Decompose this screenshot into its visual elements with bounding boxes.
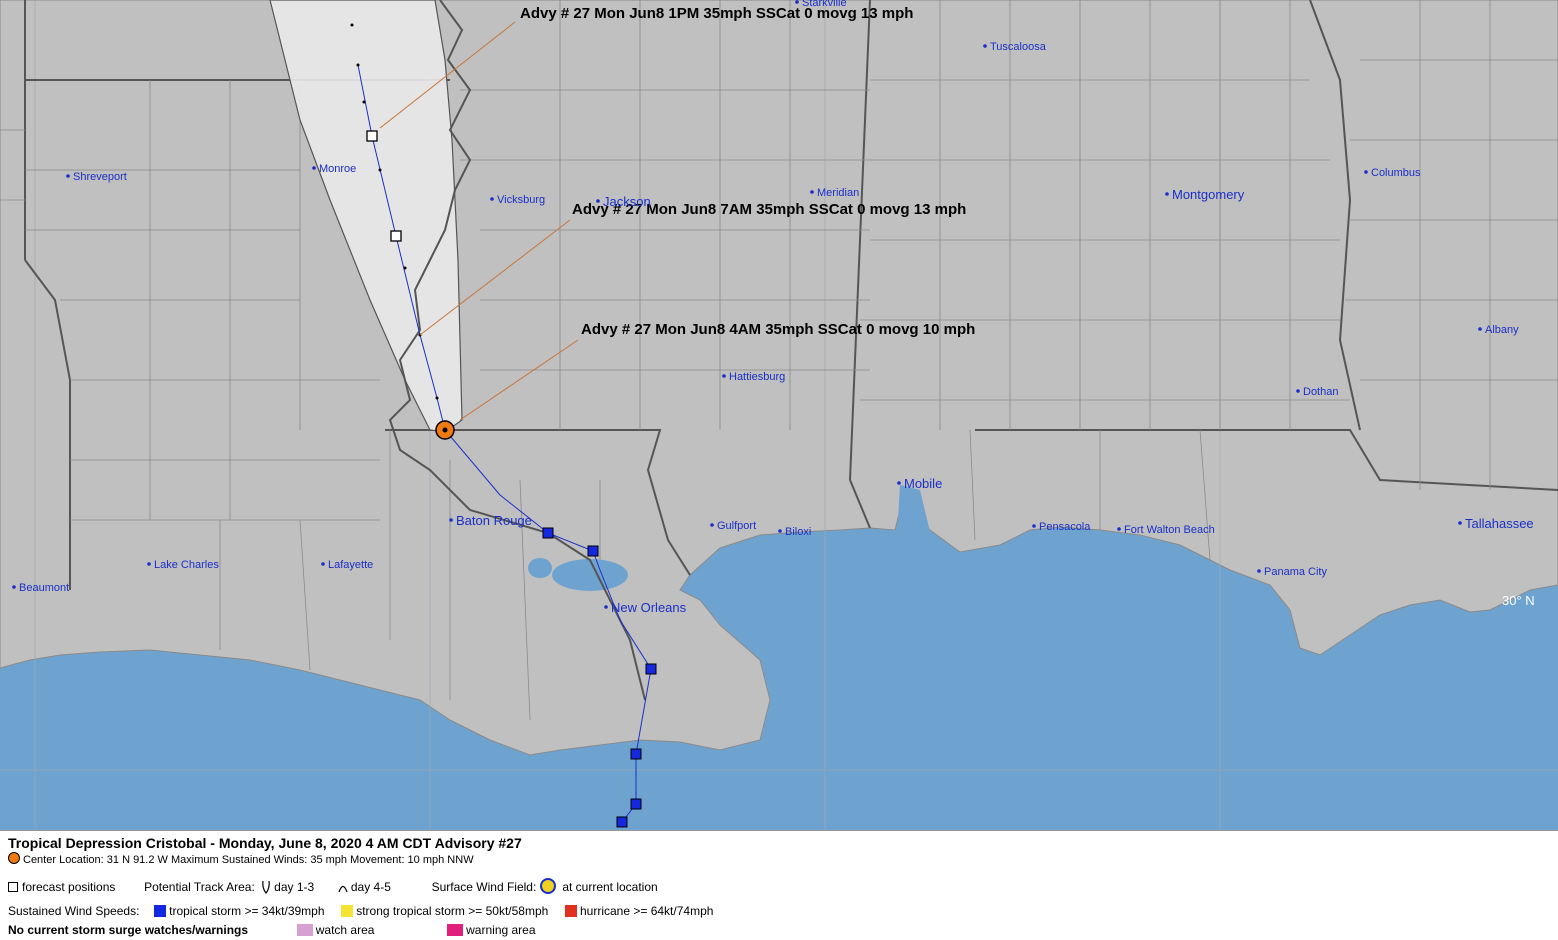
city-label: Pensacola <box>1039 521 1091 533</box>
city-dot <box>1364 170 1368 174</box>
forecast-position[interactable] <box>366 130 378 142</box>
city-label: New Orleans <box>611 600 687 615</box>
advisory-label-4am: Advy # 27 Mon Jun8 4AM 35mph SSCat 0 mov… <box>581 321 975 338</box>
city-label: Tallahassee <box>1465 516 1534 531</box>
sustained-label: Sustained Wind Speeds: <box>8 904 140 918</box>
forecast-position[interactable] <box>390 230 402 242</box>
cone-day13-icon <box>262 880 270 894</box>
city-dot <box>12 585 16 589</box>
city-dot <box>596 199 600 203</box>
legend-row-track: forecast positions Potential Track Area:… <box>8 878 658 894</box>
cone-day45-icon <box>338 885 348 893</box>
no-surge-label: No current storm surge watches/warnings <box>8 923 249 937</box>
city-dot <box>312 166 316 170</box>
city-label: Shreveport <box>73 171 127 183</box>
city-dot <box>604 605 608 609</box>
city-label: Albany <box>1485 324 1519 336</box>
storm-track-map[interactable]: Advy # 27 Mon Jun8 1PM 35mph SSCat 0 mov… <box>0 0 1558 830</box>
city-label: Meridian <box>817 187 859 199</box>
city-dot <box>722 374 726 378</box>
day45-label: day 4-5 <box>350 880 391 894</box>
surface-wind-label: Surface Wind Field: <box>431 880 537 894</box>
city-label: Vicksburg <box>497 194 545 206</box>
city-dot <box>897 481 901 485</box>
city-dot <box>710 523 714 527</box>
past-position[interactable] <box>630 748 642 760</box>
hu-swatch <box>565 905 577 917</box>
at-current-label: at current location <box>562 880 658 894</box>
potential-track-label: Potential Track Area: <box>144 880 255 894</box>
city-label: Mobile <box>904 476 942 491</box>
lat-label: 30° N <box>1502 593 1535 608</box>
advisory-title: Tropical Depression Cristobal - Monday, … <box>8 835 522 851</box>
city-label: Montgomery <box>1172 187 1245 202</box>
storm-center-marker[interactable] <box>435 420 455 440</box>
city-label: Starkville <box>802 0 847 9</box>
city-label: Lake Charles <box>154 559 219 571</box>
past-position[interactable] <box>616 816 628 828</box>
advisory-label-1pm: Advy # 27 Mon Jun8 1PM 35mph SSCat 0 mov… <box>520 5 913 22</box>
past-position[interactable] <box>542 527 554 539</box>
city-dot <box>1478 327 1482 331</box>
city-label: Gulfport <box>717 520 756 532</box>
city-label: Monroe <box>319 163 356 175</box>
city-dot <box>810 190 814 194</box>
past-position[interactable] <box>645 663 657 675</box>
city-label: Jackson <box>603 194 651 209</box>
lake-pontchartrain <box>552 559 628 591</box>
city-dot <box>778 529 782 533</box>
sts-swatch <box>341 905 354 917</box>
wind-field-icon <box>540 878 557 894</box>
ts-swatch <box>154 905 167 917</box>
city-label: Lafayette <box>328 559 373 571</box>
city-dot <box>321 562 325 566</box>
storm-center-icon <box>8 852 20 864</box>
warning-label: warning area <box>466 923 536 937</box>
sts-label: strong tropical storm >= 50kt/58mph <box>356 904 549 918</box>
city-dot <box>983 44 987 48</box>
city-label: Hattiesburg <box>729 371 785 383</box>
city-dot <box>795 0 799 4</box>
city-dot <box>1296 389 1300 393</box>
watch-swatch <box>296 924 313 936</box>
center-location-text: Center Location: 31 N 91.2 W Maximum Sus… <box>23 854 474 866</box>
forecast-position-icon <box>8 882 18 892</box>
city-label: Biloxi <box>785 526 811 538</box>
city-dot <box>449 518 453 522</box>
city-dot <box>66 174 70 178</box>
legend-panel: Tropical Depression Cristobal - Monday, … <box>0 830 1558 940</box>
city-dot <box>1117 527 1121 531</box>
city-label: Tuscaloosa <box>990 41 1047 53</box>
city-dot <box>490 197 494 201</box>
ts-label: tropical storm >= 34kt/39mph <box>169 904 325 918</box>
center-info: Center Location: 31 N 91.2 W Maximum Sus… <box>8 852 474 866</box>
city-dot <box>1165 192 1169 196</box>
city-dot <box>1257 569 1261 573</box>
city-dot <box>147 562 151 566</box>
city-label: Dothan <box>1303 386 1338 398</box>
city-dot <box>1458 521 1462 525</box>
lake-maurepas <box>528 558 552 578</box>
city-dot <box>1032 524 1036 528</box>
past-position[interactable] <box>587 545 599 557</box>
hu-label: hurricane >= 64kt/74mph <box>580 904 714 918</box>
city-label: Panama City <box>1264 566 1327 578</box>
warning-swatch <box>447 924 464 936</box>
city-label: Fort Walton Beach <box>1124 524 1215 536</box>
map-canvas: Advy # 27 Mon Jun8 1PM 35mph SSCat 0 mov… <box>0 0 1558 830</box>
past-position[interactable] <box>630 798 642 810</box>
legend-row-surge: No current storm surge watches/warnings … <box>8 923 536 937</box>
watch-label: watch area <box>315 923 375 937</box>
city-label: Columbus <box>1371 167 1421 179</box>
day13-label: day 1-3 <box>274 880 315 894</box>
forecast-positions-label: forecast positions <box>22 880 116 894</box>
city-label: Beaumont <box>19 582 69 594</box>
city-label: Baton Rouge <box>456 513 532 528</box>
legend-row-winds: Sustained Wind Speeds: tropical storm >=… <box>8 904 713 918</box>
